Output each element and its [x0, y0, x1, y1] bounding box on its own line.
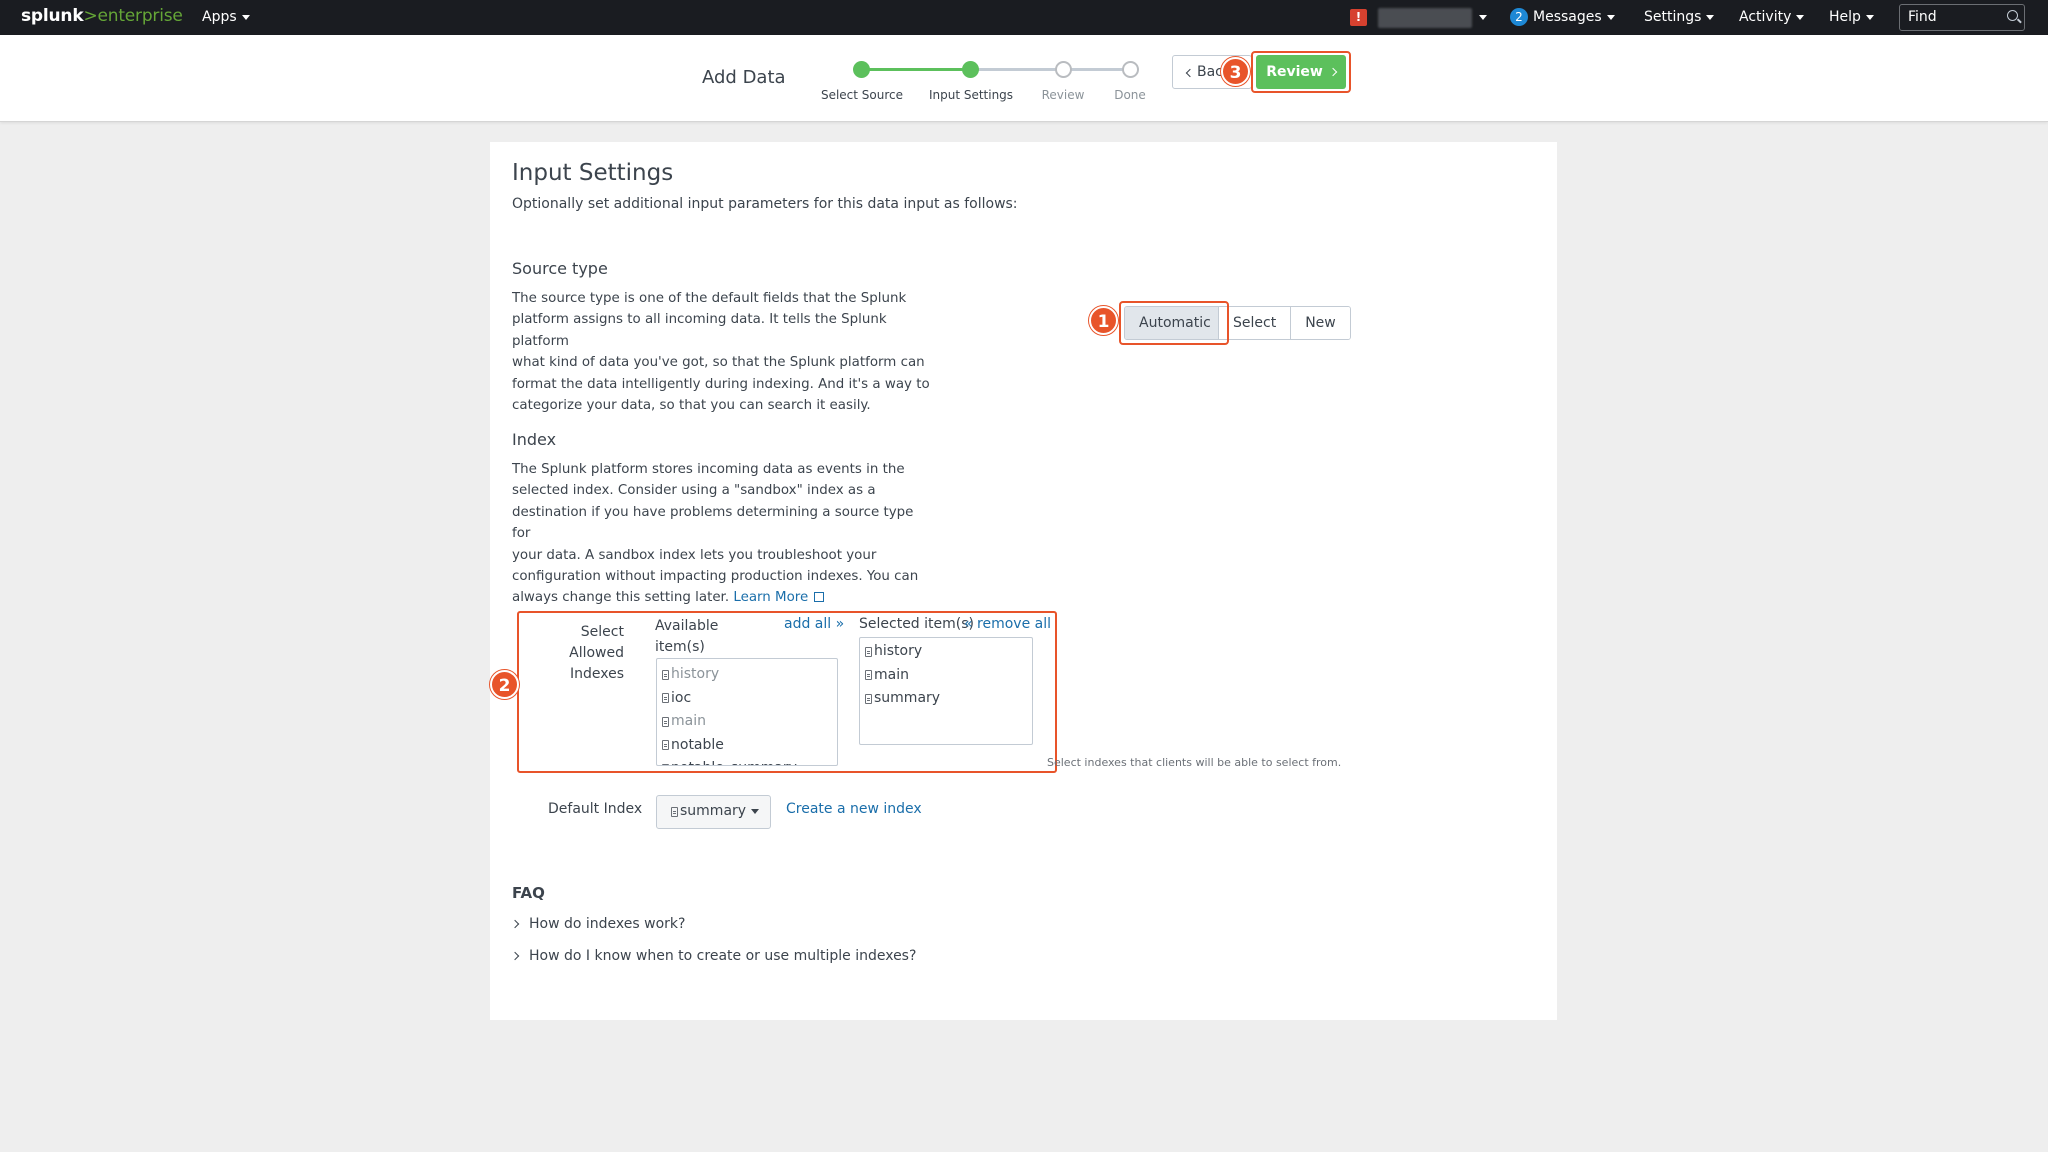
selected-indexes-list[interactable]: history main summary	[859, 637, 1033, 745]
chevron-down-icon	[1606, 14, 1615, 20]
chevron-right-icon	[1328, 67, 1337, 77]
messages-count-badge: 2	[1510, 8, 1528, 26]
search-icon	[2007, 10, 2018, 21]
database-icon	[662, 693, 669, 704]
external-link-icon	[814, 592, 825, 603]
user-menu-redacted[interactable]	[1378, 8, 1472, 28]
database-icon	[865, 670, 872, 681]
list-item[interactable]: main	[860, 664, 1032, 688]
list-item[interactable]: summary	[860, 687, 1032, 711]
chevron-right-icon	[510, 951, 520, 961]
alert-icon[interactable]: !	[1350, 9, 1367, 26]
highlight-box-automatic	[1119, 301, 1229, 345]
indexes-hint: Select indexes that clients will be able…	[1047, 756, 1342, 769]
select-allowed-indexes-label: Select Allowed Indexes	[569, 624, 624, 682]
index-description: The Splunk platform stores incoming data…	[512, 462, 919, 606]
select-button[interactable]: Select	[1219, 307, 1292, 339]
add-data-header: Add Data Select Source Input Settings Re…	[0, 35, 2048, 122]
add-all-link[interactable]: add all »	[784, 616, 844, 632]
step-marker-2: 2	[490, 670, 519, 699]
step-marker-3: 3	[1221, 57, 1250, 86]
default-index-label: Default Index	[548, 801, 643, 817]
top-nav-bar: splunk>enterprise Apps ! 2 Messages Sett…	[0, 0, 2048, 35]
database-icon	[662, 740, 669, 751]
step-dot-review	[1055, 61, 1072, 78]
remove-all-link[interactable]: « remove all	[964, 616, 1051, 632]
selected-items-label: Selected item(s)	[859, 616, 974, 632]
database-icon	[662, 716, 669, 727]
list-item[interactable]: notable_summary	[657, 757, 837, 765]
input-settings-panel: Input Settings Optionally set additional…	[490, 142, 1557, 1020]
new-button[interactable]: New	[1291, 307, 1350, 339]
step-label-input-settings: Input Settings	[928, 88, 1014, 102]
database-icon	[865, 693, 872, 704]
default-index-dropdown[interactable]: summary	[656, 795, 771, 829]
help-menu[interactable]: Help	[1829, 9, 1874, 25]
database-icon	[662, 669, 669, 680]
step-dot-input-settings	[962, 61, 979, 78]
faq-heading: FAQ	[512, 884, 545, 902]
page-title: Add Data	[702, 67, 786, 88]
list-item[interactable]: main	[657, 710, 837, 734]
find-input[interactable]: Find	[1899, 4, 2025, 31]
list-item[interactable]: ioc	[657, 687, 837, 711]
faq-item-indexes[interactable]: How do indexes work?	[510, 916, 685, 932]
step-marker-1: 1	[1089, 306, 1118, 335]
step-label-done: Done	[1114, 88, 1146, 102]
step-dot-select-source	[853, 61, 870, 78]
messages-menu[interactable]: 2 Messages	[1510, 8, 1615, 26]
activity-menu[interactable]: Activity	[1739, 9, 1805, 25]
learn-more-link[interactable]: Learn More	[733, 590, 808, 605]
splunk-logo[interactable]: splunk>enterprise	[21, 6, 183, 26]
chevron-down-icon	[751, 809, 760, 814]
section-subtitle: Optionally set additional input paramete…	[512, 196, 1018, 212]
create-new-index-link[interactable]: Create a new index	[786, 801, 922, 817]
database-icon	[662, 763, 669, 765]
list-item[interactable]: history	[860, 640, 1032, 664]
list-item[interactable]: notable	[657, 734, 837, 758]
progress-line-complete	[862, 68, 971, 71]
step-label-select-source: Select Source	[820, 88, 904, 102]
review-button[interactable]: Review	[1256, 55, 1346, 89]
chevron-right-icon	[510, 919, 520, 929]
available-items-label: Available item(s)	[655, 618, 719, 655]
chevron-down-icon[interactable]	[1479, 15, 1487, 20]
faq-item-multiple-indexes[interactable]: How do I know when to create or use mult…	[510, 948, 916, 964]
section-title: Input Settings	[512, 160, 674, 186]
apps-menu[interactable]: Apps	[202, 9, 250, 25]
database-icon	[671, 807, 678, 817]
settings-menu[interactable]: Settings	[1644, 9, 1715, 25]
chevron-down-icon	[241, 14, 250, 20]
step-dot-done	[1122, 61, 1139, 78]
list-item[interactable]: history	[657, 663, 837, 687]
source-type-heading: Source type	[512, 259, 608, 278]
index-heading: Index	[512, 430, 557, 449]
chevron-left-icon	[1185, 68, 1195, 78]
source-type-description: The source type is one of the default fi…	[512, 291, 930, 414]
chevron-down-icon	[1706, 14, 1715, 20]
chevron-down-icon	[1865, 14, 1874, 20]
available-indexes-list[interactable]: history ioc main notable notable_summary	[656, 658, 838, 766]
database-icon	[865, 646, 872, 657]
chevron-down-icon	[1796, 14, 1805, 20]
progress-line-remaining	[971, 68, 1130, 71]
step-label-review: Review	[1041, 88, 1085, 102]
